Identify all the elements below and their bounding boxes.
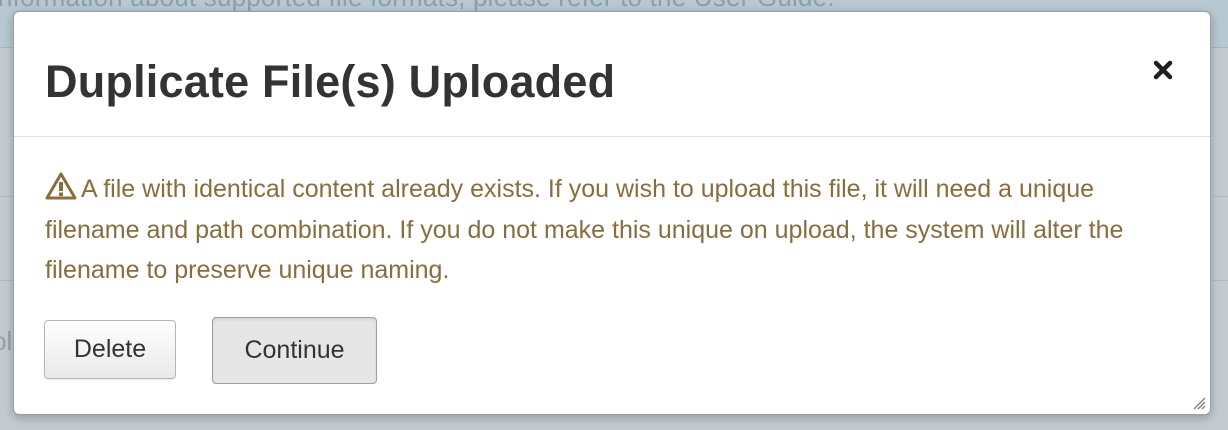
warning-message: A file with identical content already ex… <box>45 175 1124 284</box>
warning-triangle-icon <box>45 172 77 200</box>
delete-button[interactable]: Delete <box>44 320 176 379</box>
backdrop-divider <box>1212 196 1228 197</box>
close-button[interactable] <box>1148 52 1178 88</box>
backdrop-divider <box>0 196 14 197</box>
dialog-body: A file with identical content already ex… <box>45 169 1165 291</box>
dialog-title: Duplicate File(s) Uploaded <box>45 56 616 107</box>
backdrop-divider <box>0 280 14 281</box>
backdrop-text-fragment: ol <box>0 326 13 356</box>
dialog-header: Duplicate File(s) Uploaded <box>14 12 1210 137</box>
backdrop-divider <box>1212 280 1228 281</box>
warning-message-container: A file with identical content already ex… <box>45 169 1165 291</box>
close-icon <box>1153 60 1173 80</box>
duplicate-file-dialog: Duplicate File(s) Uploaded A file with i… <box>13 11 1211 415</box>
resize-grip-icon[interactable] <box>1190 394 1206 410</box>
continue-button[interactable]: Continue <box>212 317 377 384</box>
